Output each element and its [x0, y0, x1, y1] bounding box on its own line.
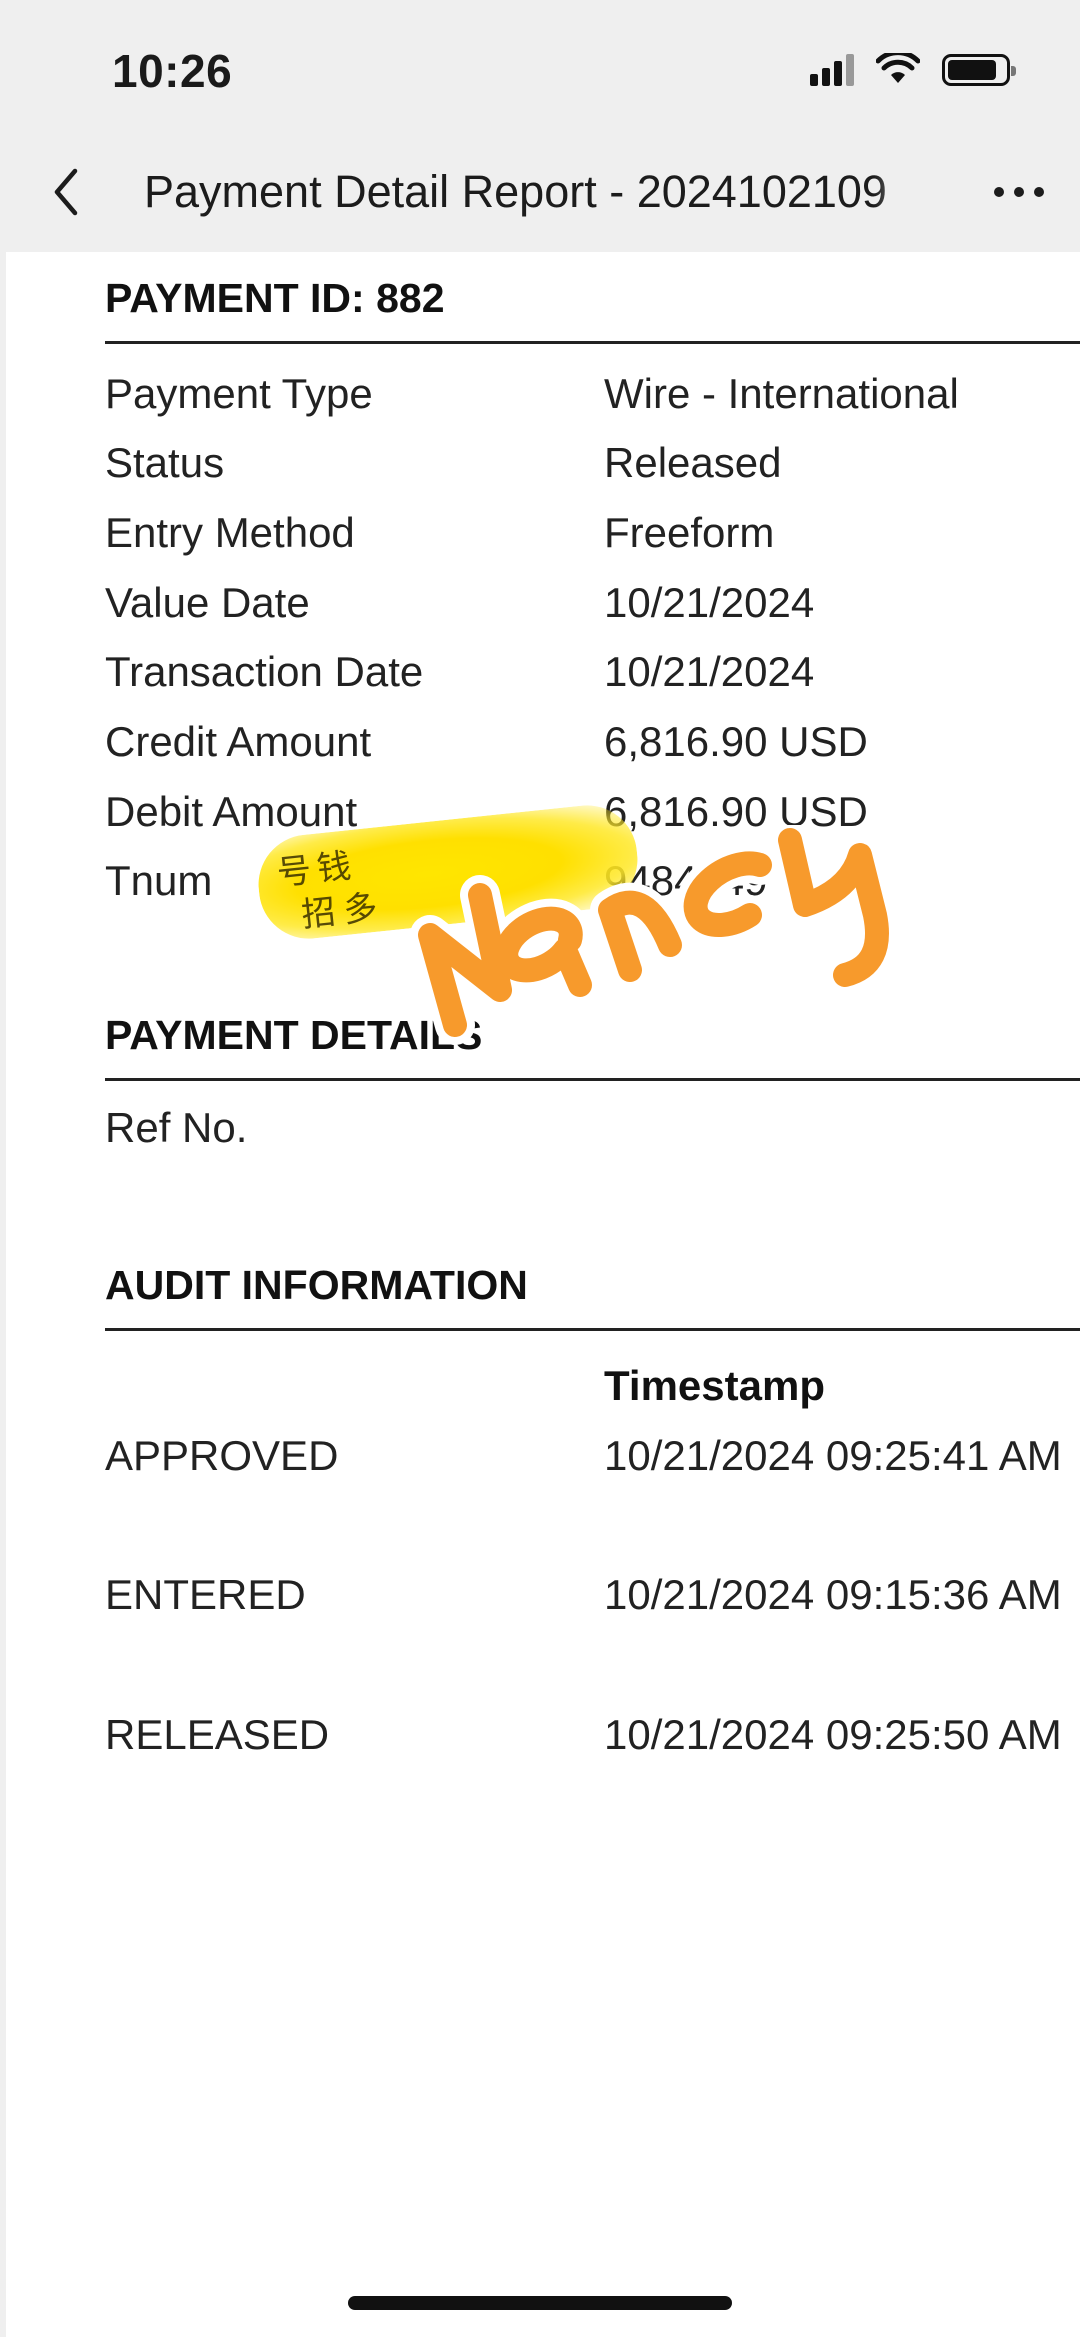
field-value: 10/21/2024 — [604, 648, 815, 695]
field-label: Debit Amount — [105, 788, 358, 835]
field-label: Credit Amount — [105, 718, 372, 765]
audit-timestamp: 10/21/2024 09:25:50 AM — [604, 1711, 1062, 1758]
back-button[interactable] — [36, 162, 96, 222]
divider — [105, 341, 1080, 344]
payment-id-heading: PAYMENT ID: 882 — [105, 275, 445, 321]
field-label: Value Date — [105, 579, 310, 626]
audit-information-heading: AUDIT INFORMATION — [105, 1262, 528, 1308]
report-document: PAYMENT ID: 882 Payment Type Wire - Inte… — [6, 252, 1080, 2337]
field-label: Entry Method — [105, 509, 355, 556]
handwritten-signature-overlay — [410, 825, 897, 1045]
more-options-button[interactable] — [984, 162, 1054, 222]
wifi-icon — [876, 53, 920, 83]
field-value: Released — [604, 439, 782, 486]
audit-action: ENTERED — [105, 1571, 306, 1618]
chevron-left-icon — [54, 168, 78, 216]
field-label: Tnum — [105, 857, 213, 904]
field-value: 10/21/2024 — [604, 579, 815, 626]
status-time: 10:26 — [112, 45, 233, 97]
ref-no-label: Ref No. — [105, 1104, 248, 1151]
timestamp-column-header: Timestamp — [604, 1362, 825, 1409]
divider — [105, 1078, 1080, 1081]
audit-timestamp: 10/21/2024 09:25:41 AM — [604, 1432, 1062, 1479]
audit-timestamp: 10/21/2024 09:15:36 AM — [604, 1571, 1062, 1618]
audit-action: APPROVED — [105, 1432, 339, 1479]
status-bar: 10:26 — [0, 0, 1080, 130]
nav-bar: Payment Detail Report - 2024102109 — [0, 140, 1080, 250]
field-label: Payment Type — [105, 370, 373, 417]
scribble-text: 招多 — [299, 886, 388, 936]
ellipsis-icon — [994, 187, 1004, 197]
field-value: 6,816.90 USD — [604, 718, 868, 765]
audit-action: RELEASED — [105, 1711, 330, 1758]
cellular-signal-icon — [810, 54, 854, 86]
battery-icon — [942, 54, 1016, 86]
field-label: Status — [105, 439, 225, 486]
field-value: Freeform — [604, 509, 775, 556]
page-title: Payment Detail Report - 2024102109 — [144, 162, 934, 222]
field-value: Wire - International — [604, 370, 959, 417]
status-icons — [810, 50, 1016, 90]
divider — [105, 1328, 1080, 1331]
field-label: Transaction Date — [105, 648, 424, 695]
home-indicator[interactable] — [348, 2296, 732, 2310]
